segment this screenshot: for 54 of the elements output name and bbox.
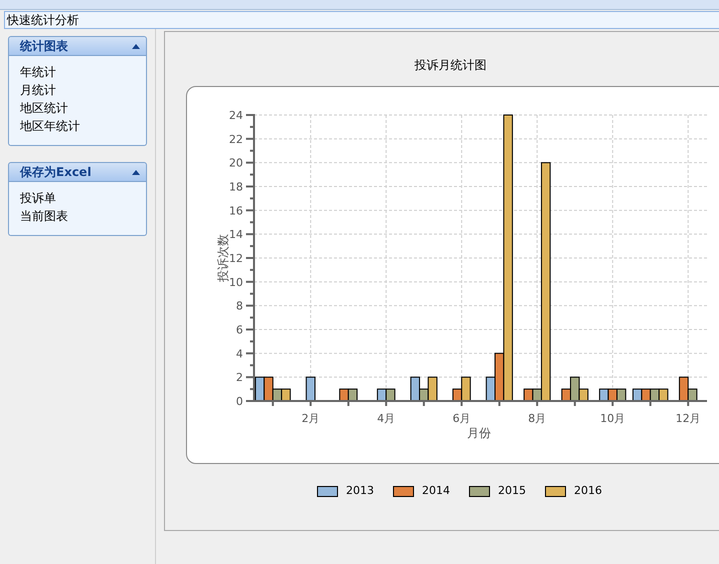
menu-item[interactable]: 当前图表 — [20, 207, 135, 225]
bar — [524, 388, 534, 402]
tick-label: 8月 — [528, 412, 546, 425]
bar — [641, 388, 651, 402]
collapse-icon[interactable] — [132, 170, 140, 174]
panel-title: 统计图表 — [20, 38, 68, 55]
menu-item[interactable]: 年统计 — [20, 63, 135, 81]
bar — [632, 388, 642, 402]
axis-title: 月份 — [467, 426, 491, 440]
tick-label: 0 — [236, 395, 243, 408]
tick-label: 24 — [229, 109, 243, 122]
tick-label: 14 — [229, 228, 243, 242]
menu-item[interactable]: 地区年统计 — [20, 117, 135, 135]
bar — [306, 376, 316, 402]
tick-label: 12月 — [676, 412, 701, 425]
tick-label: 12 — [229, 252, 243, 265]
bar — [348, 388, 358, 402]
tick-label: 18 — [229, 180, 243, 194]
tick-label: 6月 — [452, 412, 471, 425]
menu-item[interactable]: 地区统计 — [20, 99, 135, 117]
bar — [376, 388, 387, 402]
bar — [608, 388, 618, 402]
bar — [599, 388, 609, 402]
legend-label: 2013 — [346, 483, 374, 499]
menu-item[interactable]: 投诉单 — [20, 189, 135, 207]
chart-title: 投诉月统计图 — [414, 58, 486, 72]
panel-header[interactable]: 保存为Excel — [8, 162, 147, 182]
bar — [650, 388, 660, 402]
tick-label: 2 — [236, 371, 243, 384]
bar — [281, 388, 291, 402]
bar — [254, 376, 265, 402]
page-title: 快速统计分析 — [4, 11, 719, 29]
tick-label: 22 — [229, 132, 243, 146]
tick-label: 8 — [236, 300, 243, 313]
bar — [616, 388, 626, 402]
tick-label: 6 — [236, 324, 243, 336]
axis-title: 投诉次数 — [216, 234, 230, 282]
legend-label: 2015 — [498, 483, 526, 499]
bar — [658, 388, 668, 402]
bar — [339, 388, 349, 402]
tick-label: 16 — [229, 204, 243, 218]
tick-label: 10 — [229, 276, 243, 289]
tick-label: 10月 — [600, 412, 626, 425]
tick-label: 2月 — [302, 412, 320, 425]
tick-label: 20 — [229, 156, 243, 170]
tick-label: 4 — [236, 347, 243, 360]
bar — [386, 388, 396, 402]
panel-title: 保存为Excel — [20, 164, 92, 181]
tick-label: 4月 — [377, 412, 396, 425]
menu-item[interactable]: 月统计 — [20, 81, 135, 99]
panel-header[interactable]: 统计图表 — [8, 36, 147, 56]
legend-label: 2014 — [422, 483, 450, 499]
collapse-icon[interactable] — [132, 44, 140, 48]
legend-label: 2016 — [574, 483, 602, 499]
